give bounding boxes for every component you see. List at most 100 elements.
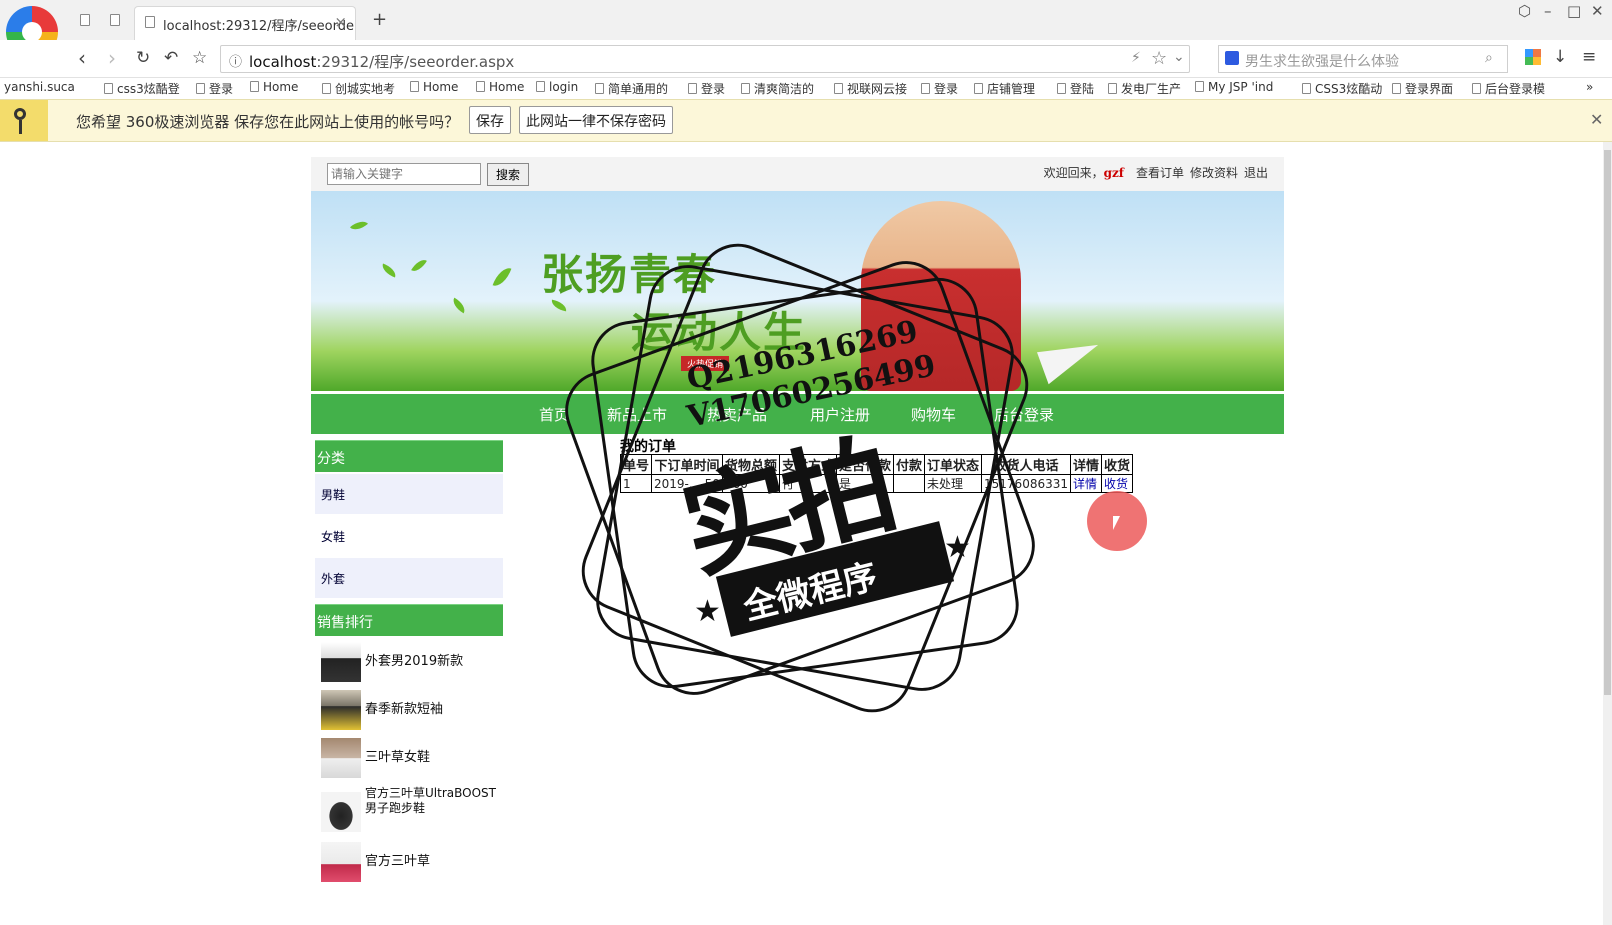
bookmark-item[interactable]: yanshi.suca [4, 80, 75, 94]
bookmark-item[interactable]: 清爽简洁的 [741, 80, 814, 97]
page-icon[interactable] [80, 14, 90, 30]
new-tab-icon[interactable]: + [372, 9, 387, 30]
order-detail-link[interactable]: 详情 [1069, 474, 1103, 493]
bookmark-item[interactable]: 后台登录模 [1472, 80, 1545, 97]
bookmark-item[interactable]: 店铺管理 [974, 80, 1035, 97]
bookmark-item[interactable]: CSS3炫酷动 [1302, 80, 1382, 97]
bookmark-item[interactable]: 登录 [921, 80, 958, 97]
address-text[interactable]: localhost:29312/程序/seeorder.aspx [249, 51, 514, 72]
bookmark-label: login [549, 80, 579, 94]
menu-cart[interactable]: 购物车 [911, 404, 956, 425]
ranking-item-label[interactable]: 官方三叶草UltraBOOST男子跑步鞋 [365, 786, 503, 816]
table-row: 1 2019-...-50 260 付是 未处理 15176086331 详情 收货 [619, 474, 1134, 493]
bookmark-item[interactable]: 简单通用的 [595, 80, 668, 97]
lightning-icon[interactable]: ⚡ [1131, 50, 1141, 66]
back-icon[interactable]: ‹ [78, 46, 86, 70]
page-icon [1108, 83, 1117, 94]
close-window-icon[interactable]: ✕ [1591, 2, 1604, 20]
bookmark-label: 登陆 [1070, 82, 1095, 96]
bookmark-label: 店铺管理 [987, 82, 1036, 96]
category-women-shoes[interactable]: 女鞋 [315, 516, 503, 556]
table-cell: 付 [778, 474, 837, 493]
bookmark-item[interactable]: Home [476, 80, 524, 94]
product-thumbnail[interactable] [321, 642, 361, 682]
bookmark-label: 视联网云接 [847, 82, 908, 96]
edit-profile-link[interactable]: 修改资料 [1190, 166, 1238, 180]
close-icon[interactable]: ✕ [1590, 110, 1603, 129]
main-menu: 首页 新品上市 热卖产品 用户注册 购物车 后台登录 [311, 394, 1284, 434]
bookmark-star-icon[interactable]: ☆ [1151, 48, 1167, 69]
view-orders-link[interactable]: 查看订单 [1136, 166, 1184, 180]
bookmark-item[interactable]: 创城实地考 [322, 80, 395, 97]
security-icon[interactable]: ⓘ [229, 51, 242, 70]
category-jackets[interactable]: 外套 [315, 558, 503, 598]
reload-icon[interactable]: ↻ [136, 48, 150, 68]
bookmark-item[interactable]: 发电厂生产 [1108, 80, 1181, 97]
bookmark-label: 简单通用的 [608, 82, 669, 96]
menu-register[interactable]: 用户注册 [810, 404, 870, 425]
bookmark-label: 登录 [934, 82, 959, 96]
download-icon[interactable]: ↓ [1553, 47, 1567, 67]
product-thumbnail[interactable] [321, 738, 361, 778]
page-icon [834, 83, 843, 94]
bookmark-item[interactable]: Home [410, 80, 458, 94]
ranking-item-label[interactable]: 外套男2019新款 [365, 654, 463, 669]
page-icon [104, 83, 113, 94]
ranking-item-label[interactable]: 三叶草女鞋 [365, 750, 430, 765]
apps-icon[interactable] [1525, 49, 1541, 65]
minimize-icon[interactable]: – [1544, 2, 1552, 20]
bookmarks-more-icon[interactable]: » [1586, 80, 1593, 94]
bookmark-item[interactable]: 视联网云接 [834, 80, 907, 97]
keyword-search-input[interactable] [327, 163, 481, 185]
bookmark-item[interactable]: login [536, 80, 578, 94]
scroll-thumb[interactable] [1604, 150, 1611, 695]
bookmark-label: 后台登录模 [1485, 82, 1546, 96]
undo-icon[interactable]: ↶ [164, 48, 178, 68]
bookmark-label: CSS3炫酷动 [1315, 82, 1383, 96]
bookmark-item[interactable]: My JSP 'ind [1195, 80, 1273, 94]
product-thumbnail[interactable] [321, 690, 361, 730]
menu-admin-login[interactable]: 后台登录 [994, 404, 1054, 425]
menu-icon[interactable]: ≡ [1582, 47, 1596, 67]
bookmark-item[interactable]: 登录 [688, 80, 725, 97]
page-scrollbar[interactable] [1603, 142, 1612, 925]
product-thumbnail[interactable] [321, 842, 361, 882]
orders-column-header: 支付方式 [778, 454, 837, 475]
bookmark-item[interactable]: 登录 [196, 80, 233, 97]
chevron-down-icon[interactable]: ⌄ [1173, 49, 1185, 65]
bookmark-item[interactable]: 登陆 [1057, 80, 1094, 97]
logout-link[interactable]: 退出 [1244, 166, 1268, 180]
watermark-ribbon-text: 全微程序 [739, 556, 882, 629]
menu-home[interactable]: 首页 [539, 404, 569, 425]
order-receive-link[interactable]: 收货 [1101, 474, 1134, 493]
search-icon[interactable]: ⌕ [1485, 50, 1493, 66]
bookmark-item[interactable]: 登录界面 [1392, 80, 1453, 97]
never-save-password-button[interactable]: 此网站一律不保存密码 [519, 106, 673, 134]
ranking-item-label[interactable]: 官方三叶草 [365, 854, 430, 869]
browser-search-box[interactable]: 男生求生欲强是什么体验 ⌕ [1218, 45, 1508, 73]
save-password-button[interactable]: 保存 [469, 106, 511, 134]
search-engine-icon[interactable] [1225, 51, 1239, 65]
ranking-item-label[interactable]: 春季新款短袖 [365, 702, 443, 717]
tab-title: localhost:29312/程序/seeorde [163, 19, 354, 34]
banner-tag: 火热促销 [681, 356, 730, 371]
forward-icon[interactable]: › [108, 46, 116, 70]
bookmarks-bar: yanshi.suca css3炫酷登 登录 Home 创城实地考 Home Home log… [0, 78, 1612, 98]
page-icon[interactable] [110, 14, 120, 30]
skin-icon[interactable]: ⬡ [1518, 2, 1531, 20]
maximize-icon[interactable]: □ [1567, 2, 1581, 20]
product-thumbnail[interactable] [321, 792, 361, 832]
tab-active[interactable]: localhost:29312/程序/seeorde × [134, 6, 356, 40]
watermark-ribbon: 全微程序 [715, 521, 955, 637]
search-button[interactable]: 搜索 [487, 163, 529, 186]
page-icon [1392, 83, 1401, 94]
star-icon[interactable]: ☆ [192, 48, 207, 68]
bookmark-item[interactable]: Home [250, 80, 298, 94]
bookmark-item[interactable]: css3炫酷登 [104, 80, 180, 97]
page-icon [741, 83, 750, 94]
menu-hot-products[interactable]: 热卖产品 [707, 404, 767, 425]
category-men-shoes[interactable]: 男鞋 [315, 474, 503, 514]
close-icon[interactable]: × [334, 13, 347, 31]
address-bar[interactable]: ⓘ localhost:29312/程序/seeorder.aspx ⚡ ☆ ⌄ [220, 45, 1190, 73]
menu-new-arrivals[interactable]: 新品上市 [607, 404, 667, 425]
